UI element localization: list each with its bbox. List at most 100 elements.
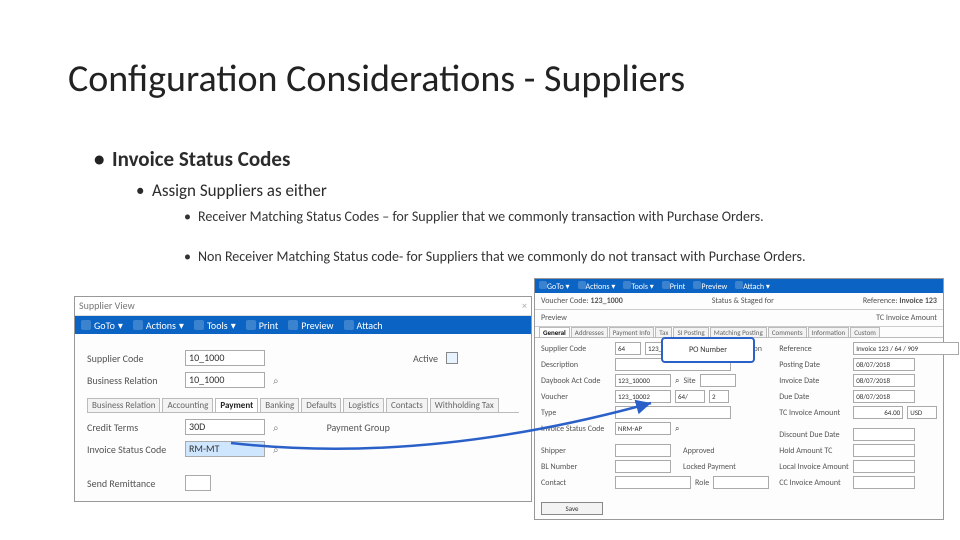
tab-information[interactable]: Information (808, 327, 850, 337)
site-field[interactable] (700, 374, 736, 387)
doc-icon (288, 320, 298, 330)
posting-date-field[interactable]: 08/07/2018 (853, 358, 915, 371)
tab-payment-info[interactable]: Payment Info (609, 327, 655, 337)
supplier-code-field[interactable]: 10_1000 (185, 350, 265, 366)
invoice-date-field[interactable]: 08/07/2018 (853, 374, 915, 387)
tab-addresses[interactable]: Addresses (571, 327, 608, 337)
supplier-code-field[interactable]: 64 (615, 342, 641, 355)
invoice-status-code-field[interactable]: NRM-AP (615, 422, 671, 435)
voucher-code-label: Voucher Code (541, 296, 586, 306)
local-invoice-amount-label: Local Invoice Amount (779, 462, 849, 472)
business-relation-label: Business Relation (87, 374, 177, 387)
preview-label: Preview (541, 313, 567, 323)
lookup-icon[interactable]: ⌕ (675, 424, 679, 434)
send-remittance-label: Send Remittance (87, 477, 177, 490)
supplier-view-tab[interactable]: Supplier View × (75, 297, 531, 316)
lookup-icon[interactable]: ⌕ (675, 376, 679, 386)
type-field[interactable] (615, 406, 731, 419)
voucher-field-2[interactable]: 64/ (675, 390, 705, 403)
tab-withholding-tax[interactable]: Withholding Tax (430, 398, 499, 412)
bullet-non-receiver-matching: Non Receiver Matching Status code- for S… (198, 248, 880, 267)
tab-accounting[interactable]: Accounting (162, 398, 213, 412)
print-label: Print (259, 319, 278, 332)
goto-button[interactable]: GoTo ▾ (81, 319, 123, 332)
tab-business-relation[interactable]: Business Relation (87, 398, 160, 412)
contact-field[interactable] (615, 476, 691, 489)
reference-value: Invoice 123 (899, 296, 937, 306)
printer-icon (246, 320, 256, 330)
supplier-view-window: Supplier View × GoTo ▾ Actions ▾ Tools ▾… (74, 296, 532, 502)
attach-label: Attach (743, 282, 764, 292)
supplier-ribbon: GoTo ▾ Actions ▾ Tools ▾ Print Preview A… (75, 316, 531, 334)
print-button[interactable]: Print (246, 319, 278, 332)
attach-button[interactable]: Attach ▾ (735, 281, 770, 292)
daybook-code-field[interactable]: 123_10000 (615, 374, 671, 387)
type-label: Type (541, 408, 611, 418)
tab-general[interactable]: General (539, 327, 570, 337)
role-field[interactable] (713, 476, 769, 489)
actions-button[interactable]: Actions ▾ (133, 319, 184, 332)
goto-button[interactable]: GoTo ▾ (539, 281, 570, 292)
bl-number-field[interactable] (615, 460, 671, 473)
discount-due-date-field[interactable] (853, 428, 915, 441)
tc-invoice-amount-label: TC Invoice Amount (876, 313, 937, 323)
tab-payment[interactable]: Payment (215, 398, 258, 412)
lookup-icon[interactable]: ⌕ (273, 374, 279, 387)
reference-field[interactable]: Invoice 123 / 64 / 909 (853, 342, 959, 355)
tc-invoice-amount-field[interactable]: 64.00 (853, 406, 903, 419)
hold-amount-field[interactable] (853, 444, 915, 457)
active-checkbox[interactable] (446, 352, 458, 364)
lookup-icon[interactable]: ⌕ (273, 421, 279, 434)
tools-button[interactable]: Tools ▾ (194, 319, 236, 332)
shipper-field[interactable] (615, 444, 671, 457)
tab-si-posting[interactable]: SI Posting (673, 327, 708, 337)
local-invoice-amount-field[interactable] (853, 460, 915, 473)
send-remittance-field[interactable] (185, 475, 211, 491)
currency-field[interactable]: USD (907, 406, 937, 419)
wrench-icon (194, 320, 204, 330)
preview-button[interactable]: Preview (693, 281, 727, 292)
due-date-field[interactable]: 08/07/2018 (853, 390, 915, 403)
tab-contacts[interactable]: Contacts (386, 398, 428, 412)
cc-invoice-amount-label: CC Invoice Amount (779, 478, 849, 488)
arrow-icon (81, 320, 91, 330)
clip-icon (344, 320, 354, 330)
slide-title: Configuration Considerations - Suppliers (68, 56, 685, 102)
print-label: Print (670, 282, 686, 292)
tab-logistics[interactable]: Logistics (343, 398, 384, 412)
actions-button[interactable]: Actions ▾ (578, 281, 616, 292)
bullet-assign-suppliers: Assign Suppliers as either (152, 180, 327, 201)
supplier-code-label: Supplier Code (541, 344, 611, 354)
credit-terms-label: Credit Terms (87, 421, 177, 434)
print-button[interactable]: Print (662, 281, 686, 292)
supplier-tabs: Business Relation Accounting Payment Ban… (87, 398, 519, 413)
invoice-view-window: GoTo ▾ Actions ▾ Tools ▾ Print Preview A… (534, 278, 944, 520)
lookup-icon[interactable]: ⌕ (273, 443, 279, 456)
cc-invoice-amount-field[interactable] (853, 476, 915, 489)
gear-icon (578, 281, 586, 289)
voucher-code-value: 123_1000 (590, 296, 622, 306)
voucher-field-3[interactable]: 2 (709, 390, 729, 403)
save-button[interactable]: Save (541, 502, 603, 515)
attach-button[interactable]: Attach (344, 319, 383, 332)
tab-defaults[interactable]: Defaults (301, 398, 341, 412)
approved-label: Approved (683, 446, 715, 456)
invoice-status-code-field[interactable]: RM-MT (185, 441, 265, 457)
actions-label: Actions (146, 319, 176, 332)
locked-payment-label: Locked Payment (683, 462, 736, 472)
tab-custom[interactable]: Custom (850, 327, 880, 337)
voucher-field[interactable]: 123_10002 (615, 390, 671, 403)
actions-label: Actions (586, 282, 610, 292)
tab-tax[interactable]: Tax (655, 327, 672, 337)
close-icon[interactable]: × (522, 297, 527, 315)
tools-label: Tools (631, 282, 648, 292)
tab-comments[interactable]: Comments (768, 327, 807, 337)
due-date-label: Due Date (779, 392, 849, 402)
business-relation-field[interactable]: 10_1000 (185, 372, 265, 388)
tab-matching-posting[interactable]: Matching Posting (710, 327, 767, 337)
contact-label: Contact (541, 478, 611, 488)
tools-button[interactable]: Tools ▾ (623, 281, 653, 292)
tab-banking[interactable]: Banking (260, 398, 299, 412)
preview-button[interactable]: Preview (288, 319, 333, 332)
credit-terms-field[interactable]: 30D (185, 419, 265, 435)
